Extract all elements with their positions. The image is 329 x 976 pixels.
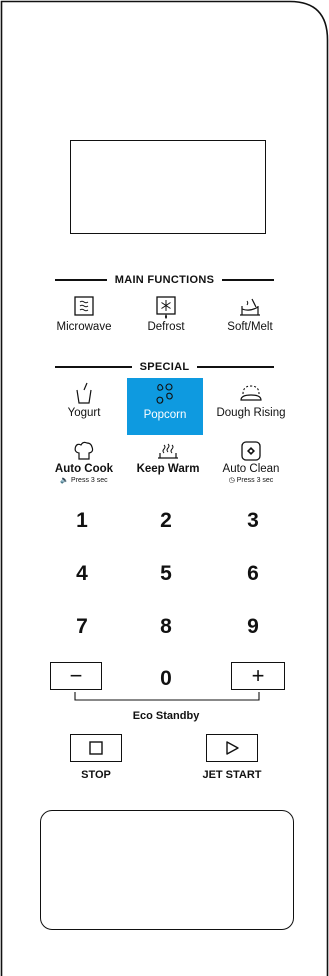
yogurt-label: Yogurt <box>67 407 101 419</box>
soft-melt-button[interactable]: Soft/Melt <box>210 296 290 342</box>
popcorn-button[interactable]: Popcorn <box>127 378 203 435</box>
auto-clean-hint: ◷ Press 3 sec <box>229 476 274 484</box>
key-3[interactable]: 3 <box>233 508 273 534</box>
divider-line <box>197 366 274 368</box>
stop-button[interactable] <box>70 734 122 762</box>
main-functions-title: MAIN FUNCTIONS <box>114 274 215 286</box>
auto-cook-label: Auto Cook <box>54 463 114 475</box>
main-functions-header: MAIN FUNCTIONS <box>55 272 274 288</box>
stop-label: STOP <box>81 769 111 781</box>
special-title: SPECIAL <box>139 361 190 373</box>
auto-clean-hint-text: Press 3 sec <box>236 477 274 484</box>
yogurt-button[interactable]: Yogurt <box>44 382 124 428</box>
auto-clean-button[interactable]: Auto Clean ◷ Press 3 sec <box>208 440 294 496</box>
chef-hat-icon <box>74 441 94 460</box>
dough-rising-label: Dough Rising <box>216 407 286 419</box>
display-screen <box>70 140 266 234</box>
popcorn-label: Popcorn <box>143 409 187 421</box>
defrost-snowflake-icon <box>156 296 176 319</box>
key-9[interactable]: 9 <box>233 614 273 640</box>
auto-cook-hint-text: Press 3 sec <box>71 477 108 484</box>
eco-standby-bracket <box>74 692 260 701</box>
plus-icon: + <box>251 663 265 688</box>
eco-standby-label: Eco Standby <box>132 710 200 722</box>
dough-rising-button[interactable]: Dough Rising <box>205 382 297 428</box>
control-panel: MAIN FUNCTIONS Microwave Defrost Soft/Me… <box>0 0 329 976</box>
auto-cook-button[interactable]: Auto Cook 🔈 Press 3 sec <box>40 440 128 496</box>
yogurt-cup-icon <box>76 382 92 404</box>
divider-line <box>222 279 274 281</box>
keep-warm-button[interactable]: Keep Warm <box>128 440 208 496</box>
key-8[interactable]: 8 <box>146 614 186 640</box>
stop-square-icon <box>89 741 103 755</box>
auto-cook-hint: 🔈 Press 3 sec <box>60 476 107 484</box>
key-7[interactable]: 7 <box>62 614 102 640</box>
dough-rising-icon <box>240 385 262 401</box>
soft-melt-label: Soft/Melt <box>227 321 273 333</box>
minus-icon: − <box>69 663 83 688</box>
play-triangle-icon <box>226 741 239 755</box>
microwave-button[interactable]: Microwave <box>44 296 124 342</box>
bottom-window <box>40 810 294 930</box>
defrost-button[interactable]: Defrost <box>126 296 206 342</box>
auto-clean-icon <box>241 441 261 461</box>
jet-start-label: JET START <box>202 769 262 781</box>
mute-speaker-icon: 🔈 <box>60 477 70 484</box>
microwave-label: Microwave <box>56 321 112 333</box>
divider-line <box>55 366 132 368</box>
auto-clean-label: Auto Clean <box>222 463 280 475</box>
divider-line <box>55 279 107 281</box>
keep-warm-steam-icon <box>158 443 178 459</box>
key-1[interactable]: 1 <box>62 508 102 534</box>
microwave-waves-icon <box>74 296 94 316</box>
defrost-label: Defrost <box>147 321 185 333</box>
popcorn-icon <box>156 383 173 404</box>
key-0[interactable]: 0 <box>146 666 186 692</box>
key-5[interactable]: 5 <box>146 561 186 587</box>
keep-warm-label: Keep Warm <box>136 463 200 475</box>
special-header: SPECIAL <box>55 359 274 375</box>
key-4[interactable]: 4 <box>62 561 102 587</box>
soft-melt-pot-icon <box>240 298 260 316</box>
key-6[interactable]: 6 <box>233 561 273 587</box>
minus-button[interactable]: − <box>50 662 102 690</box>
clock-icon: ◷ <box>228 477 235 484</box>
key-2[interactable]: 2 <box>146 508 186 534</box>
jet-start-button[interactable] <box>206 734 258 762</box>
plus-button[interactable]: + <box>231 662 285 690</box>
